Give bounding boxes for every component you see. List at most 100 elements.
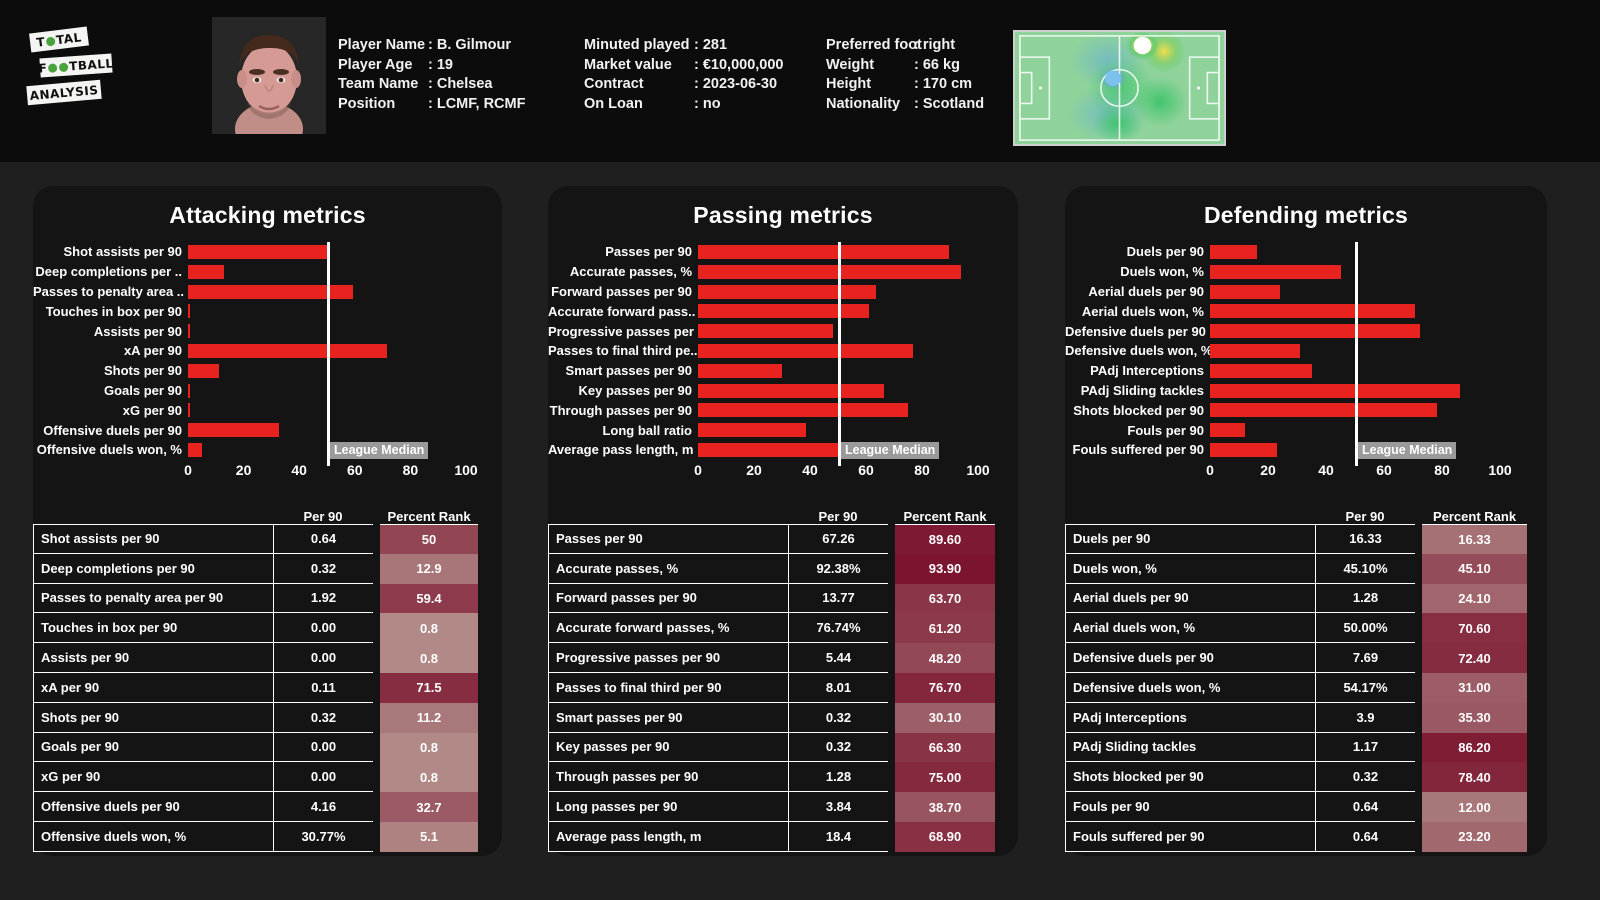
passing-table-wrap: Per 90 Percent Rank Passes per 90 67.26 89… (548, 498, 1018, 852)
table-row: Smart passes per 90 0.32 30.10 (548, 702, 1018, 733)
chart-category-label: Progressive passes per .. (548, 323, 698, 339)
chart-bar (698, 284, 877, 299)
header-percent-rank: Percent Rank (903, 509, 987, 524)
cell-per90: 0.32 (788, 702, 888, 733)
cell-metric: Passes to final third per 90 (548, 672, 788, 703)
pitch-heatmap (1013, 30, 1226, 146)
cell-percent-rank: 0.8 (380, 643, 478, 673)
chart-row: Fouls per 90 (1065, 420, 1547, 440)
axis-tick: 100 (454, 461, 478, 478)
table-row: Accurate passes, % 92.38% 93.90 (548, 553, 1018, 584)
info-row: Weight : 66 kg (826, 56, 1044, 76)
axis-tick: 20 (746, 461, 762, 478)
info-value: : no (694, 95, 721, 112)
chart-category-label: Goals per 90 (103, 382, 182, 398)
cell-percent-rank: 45.10 (1422, 553, 1527, 584)
chart-rows: Passes per 90 Accurate passes, % Forward p… (548, 242, 1018, 466)
league-median-line (327, 242, 330, 466)
attacking-table-wrap: Per 90 Percent Rank Shot assists per 90 0… (33, 498, 502, 852)
brand-logo: T TAL F TBALL ANALYSIS (26, 26, 118, 112)
cell-metric: Goals per 90 (33, 732, 273, 763)
chart-category-label: xA per 90 (123, 343, 182, 359)
info-key: Player Age (338, 56, 413, 73)
cell-metric: Shot assists per 90 (33, 524, 273, 554)
info-row: Preferred foot : right (826, 36, 1044, 56)
cell-metric: Duels per 90 (1065, 524, 1315, 554)
chart-bar (1210, 304, 1415, 319)
info-key: Position (338, 95, 396, 112)
cell-metric: Key passes per 90 (548, 732, 788, 763)
table-row: Shot assists per 90 0.64 50 (33, 524, 502, 554)
cell-metric: Passes to penalty area per 90 (33, 583, 273, 614)
table-row: Duels per 90 16.33 16.33 (1065, 524, 1547, 554)
player-portrait (212, 17, 326, 134)
cell-per90: 0.64 (1315, 821, 1415, 852)
chart-row: Smart passes per 90 (548, 361, 1018, 381)
football-icon (58, 62, 69, 72)
info-key: Contract (584, 76, 644, 92)
chart-category-label: Shots blocked per 90 (1073, 402, 1204, 418)
axis-tick: 80 (1434, 461, 1450, 478)
header-per90: Per 90 (303, 509, 343, 524)
panel-defending: Defending metrics Duels per 90 Duels won,… (1065, 186, 1547, 856)
info-value: : €10,000,000 (694, 56, 784, 73)
cell-percent-rank: 93.90 (895, 553, 995, 584)
chart-row: Passes to penalty area .. (33, 282, 502, 302)
chart-bar (188, 383, 191, 398)
table-body: Passes per 90 67.26 89.60 Accurate passes, … (548, 524, 1018, 852)
chart-category-label: Key passes per 90 (578, 382, 692, 398)
chart-row: Shot assists per 90 (33, 242, 502, 262)
table-row: PAdj Interceptions 3.9 35.30 (1065, 702, 1547, 733)
table-row: Offensive duels won, % 30.77% 5.1 (33, 821, 502, 852)
league-median-label: League Median (330, 441, 429, 459)
chart-bar (188, 264, 224, 279)
cell-per90: 54.17% (1315, 672, 1415, 703)
cell-percent-rank: 35.30 (1422, 702, 1527, 733)
brand-line-total: T TAL (29, 26, 89, 53)
cell-metric: Aerial duels won, % (1065, 613, 1315, 644)
table-row: Touches in box per 90 0.00 0.8 (33, 613, 502, 644)
chart-bar (698, 304, 870, 319)
chart-category-label: Shots per 90 (103, 363, 182, 379)
chart-bar (1210, 343, 1300, 358)
chart-row: Assists per 90 (33, 321, 502, 341)
cell-percent-rank: 24.10 (1422, 583, 1527, 614)
league-median-label: League Median (1358, 441, 1457, 459)
cell-metric: xG per 90 (33, 762, 273, 793)
chart-row: Forward passes per 90 (548, 282, 1018, 302)
panel-title: Attacking metrics (169, 202, 366, 228)
cell-percent-rank: 66.30 (895, 732, 995, 763)
chart-bar (1210, 324, 1420, 339)
table-row: Offensive duels per 90 4.16 32.7 (33, 792, 502, 822)
axis-tick: 40 (291, 461, 307, 478)
info-key: Player Name (338, 37, 426, 53)
table-row: Forward passes per 90 13.77 63.70 (548, 583, 1018, 614)
chart-category-label: Shot assists per 90 (63, 244, 183, 260)
chart-row: Duels won, % (1065, 262, 1547, 282)
chart-category-label: Assists per 90 (93, 323, 182, 339)
chart-rows: Duels per 90 Duels won, % Aerial duels per… (1065, 242, 1547, 466)
axis-tick: 100 (966, 461, 990, 478)
chart-bar (188, 363, 220, 378)
cell-metric: PAdj Sliding tackles (1065, 732, 1315, 763)
chart-category-label: Duels per 90 (1126, 244, 1204, 260)
info-key: Preferred foot (826, 37, 922, 53)
cell-per90: 0.11 (273, 672, 373, 703)
chart-category-label: Duels won, % (1120, 264, 1204, 280)
cell-metric: Defensive duels per 90 (1065, 643, 1315, 673)
chart-category-label: Aerial duels won, % (1081, 303, 1204, 319)
chart-bar (1210, 403, 1438, 418)
chart-category-label: Passes to penalty area .. (33, 283, 185, 299)
cell-metric: Accurate passes, % (548, 553, 788, 584)
table-row: Progressive passes per 90 5.44 48.20 (548, 643, 1018, 673)
info-row: Market value : €10,000,000 (584, 56, 844, 76)
chart-category-label: Accurate forward pass.. (548, 303, 696, 319)
defending-chart: Duels per 90 Duels won, % Aerial duels per… (1065, 242, 1547, 484)
info-row: On Loan : no (584, 95, 844, 115)
cell-per90: 13.77 (788, 583, 888, 614)
cell-metric: Deep completions per 90 (33, 553, 273, 584)
chart-category-label: Offensive duels per 90 (43, 422, 182, 438)
cell-percent-rank: 0.8 (380, 613, 478, 644)
passing-chart: Passes per 90 Accurate passes, % Forward p… (548, 242, 1018, 484)
table-row: Goals per 90 0.00 0.8 (33, 732, 502, 763)
